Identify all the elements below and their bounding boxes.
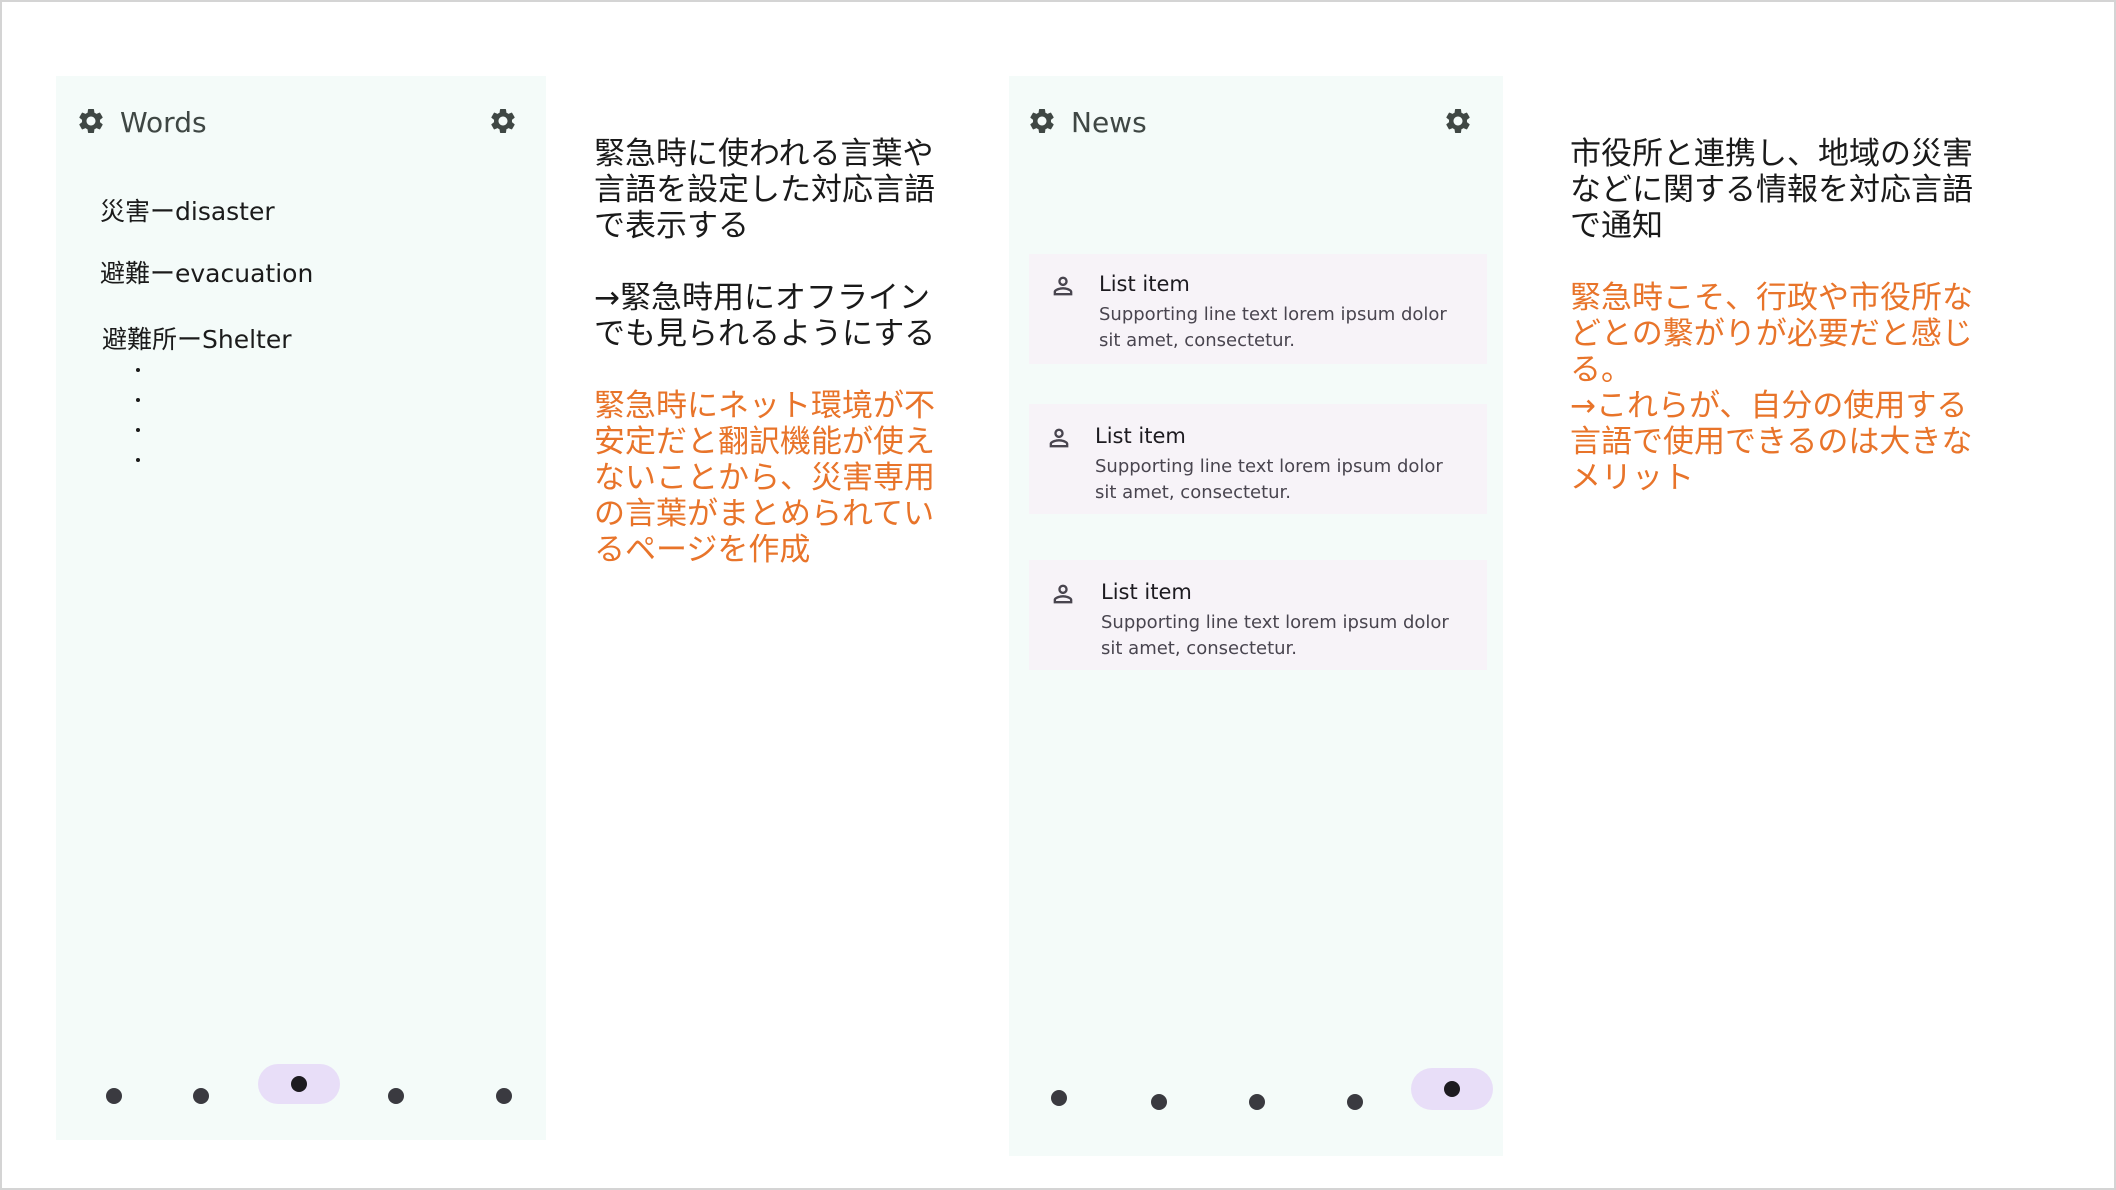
highlight-text: 緊急時こそ、行政や市役所な どとの繋がりが必要だと感じ る。 →これらが、自分の…: [1570, 280, 1973, 496]
nav-item[interactable]: [496, 1088, 512, 1104]
gear-icon[interactable]: [1443, 106, 1473, 136]
nav-active-dot: [1444, 1081, 1460, 1097]
nav-item[interactable]: [193, 1088, 209, 1104]
list-item[interactable]: List item Supporting line text lorem ips…: [1029, 560, 1487, 670]
nav-active-dot: [291, 1076, 307, 1092]
person-icon: [1045, 424, 1073, 452]
list-item-supporting-text: Supporting line text lorem ipsum dolor s…: [1101, 612, 1449, 659]
nav-item[interactable]: [1051, 1090, 1067, 1106]
list-item[interactable]: List item Supporting line text lorem ips…: [1029, 404, 1487, 514]
list-item-title: List item: [1099, 272, 1190, 296]
description-text: 市役所と連携し、地域の災害 などに関する情報を対応言語 で通知: [1570, 136, 1973, 244]
page-title: Words: [120, 106, 207, 139]
list-item-supporting-text: Supporting line text lorem ipsum dolor s…: [1095, 456, 1443, 503]
list-ellipsis-dot: [136, 368, 140, 372]
gear-icon[interactable]: [1027, 106, 1057, 136]
nav-item-active[interactable]: [258, 1064, 340, 1104]
gear-icon[interactable]: [76, 106, 106, 136]
word-item[interactable]: 避難ーevacuation: [100, 254, 313, 290]
nav-item-active[interactable]: [1411, 1068, 1493, 1110]
nav-item[interactable]: [106, 1088, 122, 1104]
word-item[interactable]: 避難所ーShelter: [102, 320, 292, 356]
nav-item[interactable]: [1249, 1094, 1265, 1110]
gear-icon[interactable]: [488, 106, 518, 136]
person-icon: [1049, 580, 1077, 608]
words-screen: Words 災害ーdisaster 避難ーevacuation 避難所ーShel…: [56, 76, 546, 1140]
nav-item[interactable]: [388, 1088, 404, 1104]
list-ellipsis-dot: [136, 428, 140, 432]
list-ellipsis-dot: [136, 398, 140, 402]
list-item[interactable]: List item Supporting line text lorem ips…: [1029, 254, 1487, 364]
description-text: 緊急時に使われる言葉や 言語を設定した対応言語 で表示する: [594, 136, 935, 244]
page-title: News: [1071, 106, 1147, 139]
description-text: →緊急時用にオフライン でも見られるようにする: [594, 280, 936, 352]
highlight-text: 緊急時にネット環境が不 安定だと翻訳機能が使え ないことから、災害専用 の言葉が…: [594, 388, 935, 568]
word-item[interactable]: 災害ーdisaster: [100, 192, 275, 228]
person-icon: [1049, 272, 1077, 300]
list-item-title: List item: [1095, 424, 1186, 448]
nav-item[interactable]: [1151, 1094, 1167, 1110]
slide: Words 災害ーdisaster 避難ーevacuation 避難所ーShel…: [0, 0, 2116, 1190]
nav-item[interactable]: [1347, 1094, 1363, 1110]
list-item-supporting-text: Supporting line text lorem ipsum dolor s…: [1099, 304, 1447, 351]
list-ellipsis-dot: [136, 458, 140, 462]
news-screen: News List item Supporting line text lore…: [1009, 76, 1503, 1156]
list-item-title: List item: [1101, 580, 1192, 604]
